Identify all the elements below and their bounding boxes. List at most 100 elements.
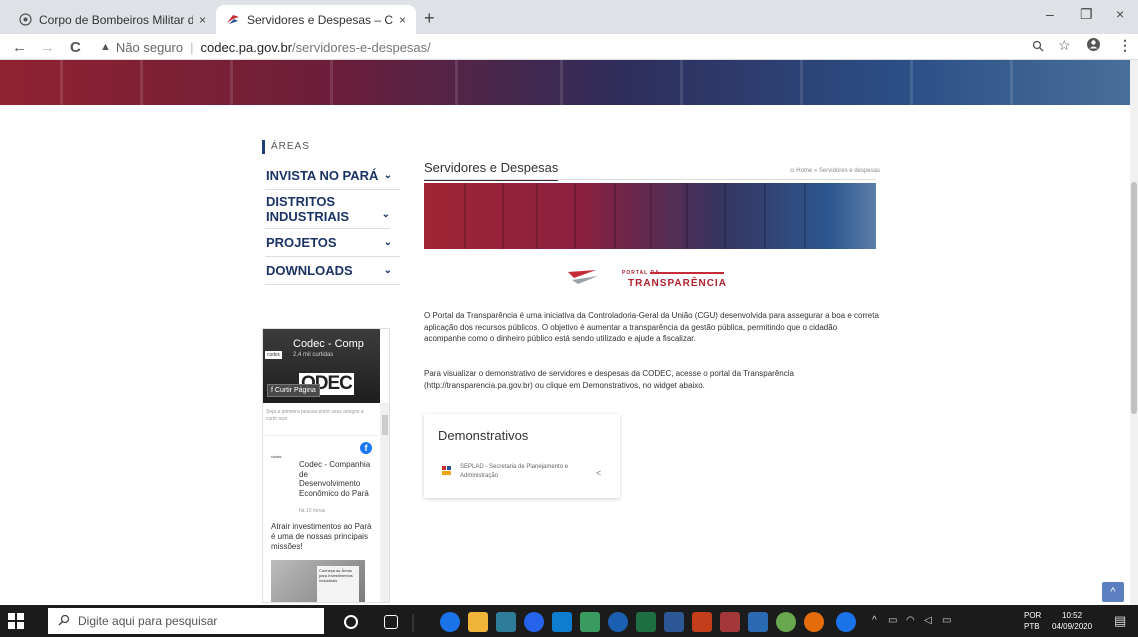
facebook-widget: codec Codec - Comp 2,4 mil curtidas ODEC… [262, 328, 390, 603]
sidebar-item-label: DOWNLOADS [266, 263, 353, 278]
chevron-down-icon[interactable]: ⌄ [384, 168, 392, 183]
sidebar-item-label: PROJETOS [266, 235, 337, 250]
header-hero-image [0, 60, 1130, 105]
sidebar-item-projetos[interactable]: PROJETOS ⌄ [265, 229, 400, 257]
facebook-scroll-thumb[interactable] [382, 415, 388, 435]
security-label: Não seguro [115, 39, 184, 55]
title-divider [424, 179, 876, 180]
swoosh-icon [568, 270, 598, 284]
taskbar-search-input[interactable]: Digite aqui para pesquisar [48, 608, 324, 634]
chevron-down-icon[interactable]: ⌄ [382, 207, 390, 222]
bookmark-star-icon[interactable]: ☆ [1058, 37, 1071, 54]
facebook-scrollbar[interactable] [380, 403, 389, 602]
file-explorer-icon[interactable] [468, 612, 488, 632]
facebook-cover[interactable]: codec Codec - Comp 2,4 mil curtidas ODEC… [263, 329, 380, 403]
tab-title: Corpo de Bombeiros Militar do P [39, 12, 193, 27]
post-text: Atrair investimentos ao Pará é uma de no… [271, 522, 372, 551]
keyboard-code: PTB [1024, 622, 1040, 631]
windows-start-icon[interactable] [8, 613, 24, 629]
sidebar-item-label: INVISTA NO PARÁ [266, 168, 379, 183]
help-icon[interactable] [836, 612, 856, 632]
hp-icon[interactable] [608, 612, 628, 632]
cortana-icon[interactable] [344, 615, 358, 629]
tray-chevron-icon[interactable]: ^ [872, 615, 877, 626]
search-placeholder: Digite aqui para pesquisar [78, 614, 218, 628]
word-icon[interactable] [664, 612, 684, 632]
tab-bombeiros[interactable]: Corpo de Bombeiros Militar do P × [8, 5, 216, 34]
close-window-button[interactable]: × [1116, 6, 1124, 22]
portal-bar [650, 272, 724, 274]
warning-icon[interactable]: ▲ [100, 41, 111, 53]
tab-close-icon[interactable]: × [399, 13, 406, 27]
chevron-down-icon[interactable]: ⌄ [384, 235, 392, 250]
photos-icon[interactable] [580, 612, 600, 632]
page-title: Servidores e Despesas [424, 160, 559, 181]
scroll-to-top-button[interactable]: ^ [1102, 582, 1124, 602]
post-organization[interactable]: Codec - Companhia de Desenvolvimento Eco… [299, 460, 371, 498]
network-icon[interactable]: ▭ [888, 615, 897, 626]
zoom-icon[interactable] [1032, 39, 1044, 55]
sidebar-item-label: DISTRITOS INDUSTRIAIS [266, 194, 350, 224]
language-indicator[interactable]: POR PTB [1024, 610, 1041, 632]
like-page-button[interactable]: f Curtir Página [267, 384, 320, 397]
post-codec-logo: codec [271, 454, 282, 459]
task-view-icon[interactable] [384, 615, 398, 629]
forward-button[interactable]: → [40, 39, 55, 56]
taskbar-divider [412, 614, 414, 632]
sidebar-item-invista[interactable]: INVISTA NO PARÁ ⌄ [265, 162, 400, 190]
scrollbar-thumb[interactable] [1131, 182, 1137, 414]
firefox-icon[interactable] [804, 612, 824, 632]
breadcrumb-home[interactable]: Home [796, 168, 812, 174]
powerpoint-icon[interactable] [692, 612, 712, 632]
demonstrativos-title: Demonstrativos [438, 428, 529, 443]
new-tab-button[interactable]: + [424, 8, 435, 29]
seplad-icon [442, 466, 452, 478]
maximize-button[interactable]: ❐ [1080, 6, 1093, 23]
portal-transparencia-logo[interactable]: PORTAL DA TRANSPARÊNCIA [568, 266, 728, 292]
tab-close-icon[interactable]: × [199, 13, 206, 27]
codec-logo: codec [265, 351, 283, 359]
portal-big-text: TRANSPARÊNCIA [628, 278, 727, 289]
browser-toolbar: ← → C ▲ Não seguro | codec.pa.gov.br /se… [0, 34, 1138, 60]
volume-icon[interactable]: ◁ [924, 615, 932, 626]
demonstrativos-widget: Demonstrativos SEPLAD - Secretaria de Pl… [424, 414, 620, 498]
sidebar-item-distritos[interactable]: DISTRITOS INDUSTRIAIS ⌄ [265, 190, 390, 229]
seplad-link[interactable]: SEPLAD - Secretaria de Planejamento e Ad… [460, 463, 582, 481]
reload-button[interactable]: C [70, 39, 81, 56]
taskbar-clock[interactable]: 10:52 04/09/2020 [1052, 610, 1092, 632]
tab-servidores[interactable]: Servidores e Despesas – CODEC × [216, 5, 416, 34]
back-button[interactable]: ← [12, 39, 27, 56]
chrome-icon[interactable] [440, 612, 460, 632]
post-photo[interactable]: Conheça as Áreas para Investimentos Indu… [271, 560, 365, 602]
home-app-icon[interactable] [552, 612, 572, 632]
sidebar-title: ÁREAS [262, 140, 310, 154]
chevron-down-icon[interactable]: ⌄ [384, 263, 392, 278]
facebook-page-name[interactable]: Codec - Comp [293, 338, 364, 350]
home-icon[interactable]: ⌂ [790, 167, 794, 174]
share-icon[interactable]: < [596, 468, 601, 478]
keyboard-icon[interactable]: ▭ [942, 615, 951, 626]
clock-time: 10:52 [1062, 611, 1083, 620]
search-icon [58, 614, 70, 629]
edge-icon[interactable] [524, 612, 544, 632]
page-scrollbar[interactable] [1130, 60, 1138, 605]
browser-tab-bar: Corpo de Bombeiros Militar do P × Servid… [0, 0, 1138, 34]
sidebar-menu: INVISTA NO PARÁ ⌄ DISTRITOS INDUSTRIAIS … [265, 162, 400, 285]
url-path: /servidores-e-despesas/ [292, 39, 431, 55]
address-bar[interactable]: ▲ Não seguro | codec.pa.gov.br /servidor… [100, 37, 1020, 57]
codec-favicon-icon [226, 13, 240, 27]
breadcrumb-current: Servidores e despesas [818, 168, 880, 174]
sidebar-item-downloads[interactable]: DOWNLOADS ⌄ [265, 257, 400, 285]
calculator-icon[interactable] [496, 612, 516, 632]
excel-icon[interactable] [636, 612, 656, 632]
access-icon[interactable] [720, 612, 740, 632]
wifi-icon[interactable]: ◠ [906, 615, 915, 626]
minimize-button[interactable]: – [1046, 6, 1054, 22]
outlook-icon[interactable] [748, 612, 768, 632]
notifications-icon[interactable]: ▤ [1114, 613, 1126, 629]
browser-menu-icon[interactable]: ⋮ [1118, 37, 1132, 54]
paint-icon[interactable] [776, 612, 796, 632]
profile-icon[interactable] [1086, 37, 1101, 55]
facebook-icon[interactable]: f [360, 442, 372, 454]
language-code: POR [1024, 611, 1042, 620]
